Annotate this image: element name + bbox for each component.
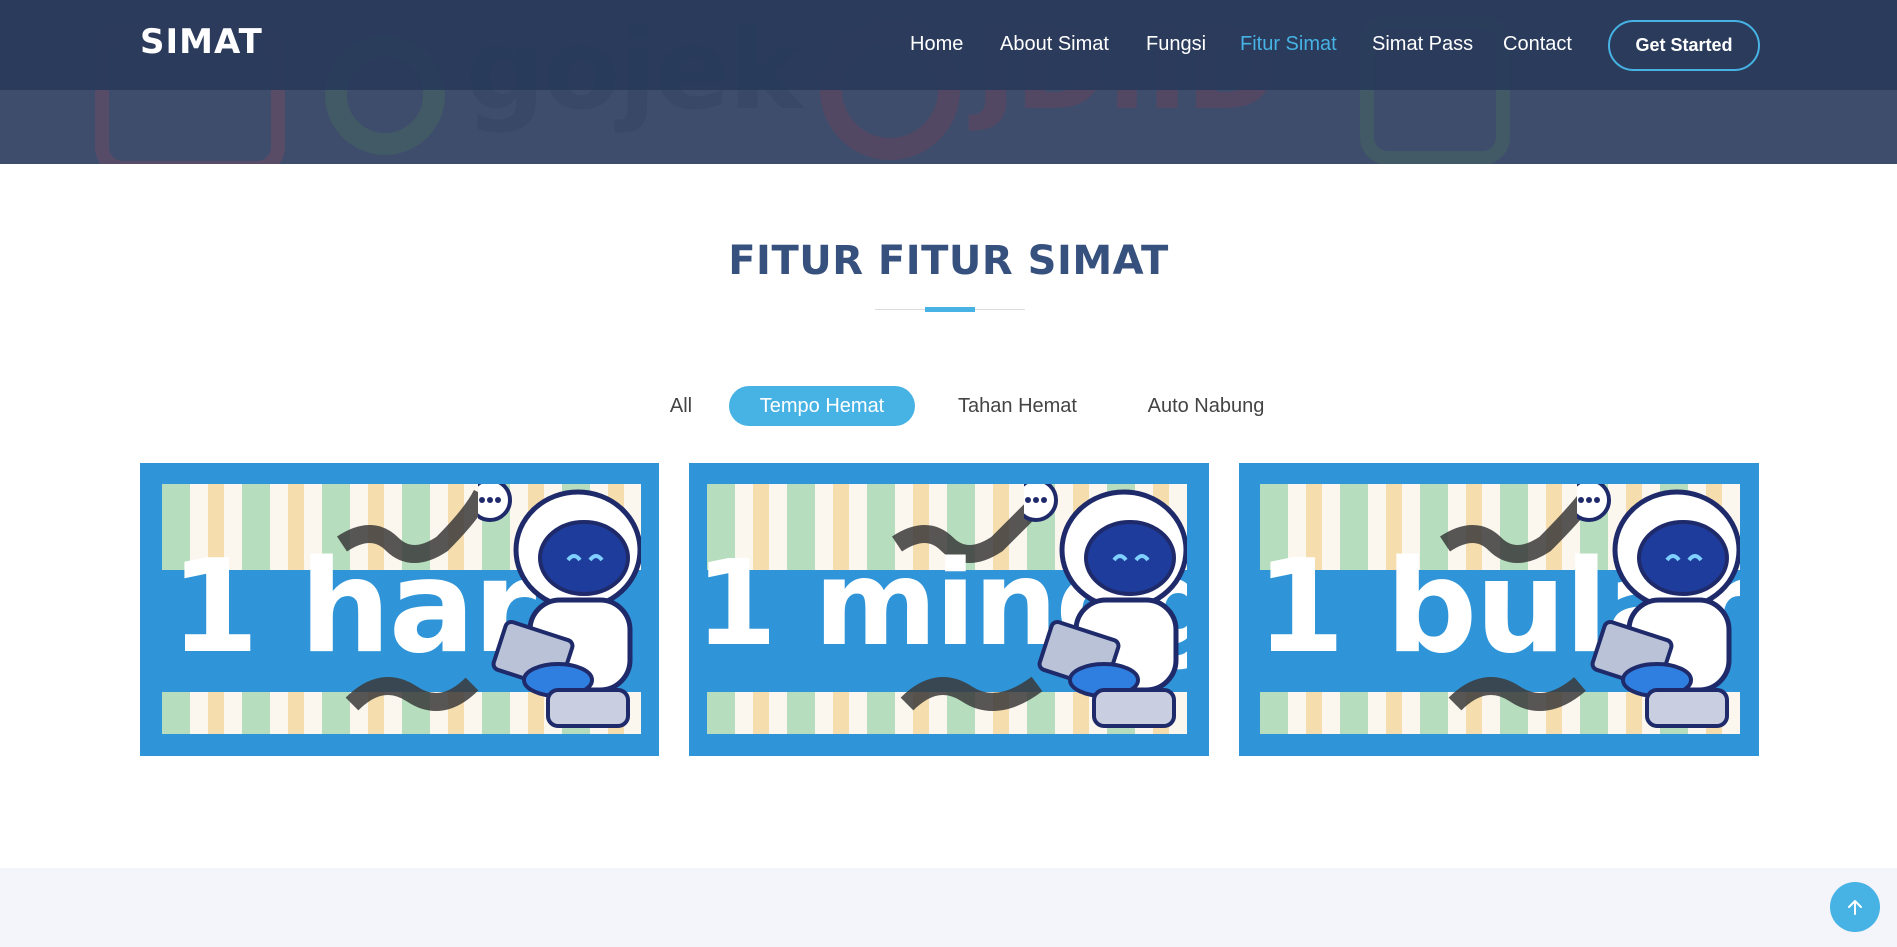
filter-auto-nabung[interactable]: Auto Nabung <box>1136 386 1276 426</box>
card-image: 1 bulan <box>1260 484 1740 734</box>
next-section <box>0 868 1897 947</box>
card-image: 1 hari <box>162 484 641 734</box>
site-header: SIMAT Home About Simat Fungsi Fitur Sima… <box>0 0 1897 90</box>
section-title: FITUR FITUR SIMAT <box>728 238 1169 284</box>
get-started-button[interactable]: Get Started <box>1608 20 1760 71</box>
feature-card-1-minggu[interactable]: 1 minggu <box>689 463 1209 756</box>
filter-tempo-hemat[interactable]: Tempo Hemat <box>729 386 915 426</box>
card-image: 1 minggu <box>707 484 1187 734</box>
brand-logo[interactable]: SIMAT <box>140 22 263 62</box>
nav-about-simat[interactable]: About Simat <box>1000 33 1109 56</box>
filter-tahan-hemat[interactable]: Tahan Hemat <box>945 386 1090 426</box>
robot-illustration <box>1577 484 1740 728</box>
feature-card-1-hari[interactable]: 1 hari <box>140 463 659 756</box>
nav-fitur-simat[interactable]: Fitur Simat <box>1240 33 1337 56</box>
nav-home[interactable]: Home <box>910 33 963 56</box>
title-accent-bar <box>925 307 975 312</box>
nav-simat-pass[interactable]: Simat Pass <box>1372 33 1473 56</box>
robot-illustration <box>1024 484 1187 728</box>
nav-fungsi[interactable]: Fungsi <box>1146 33 1206 56</box>
back-to-top-button[interactable] <box>1830 882 1880 932</box>
arrow-up-icon <box>1848 900 1862 915</box>
nav-contact[interactable]: Contact <box>1503 33 1572 56</box>
filter-all[interactable]: All <box>660 386 702 426</box>
robot-illustration <box>478 484 641 728</box>
feature-card-1-bulan[interactable]: 1 bulan <box>1239 463 1759 756</box>
